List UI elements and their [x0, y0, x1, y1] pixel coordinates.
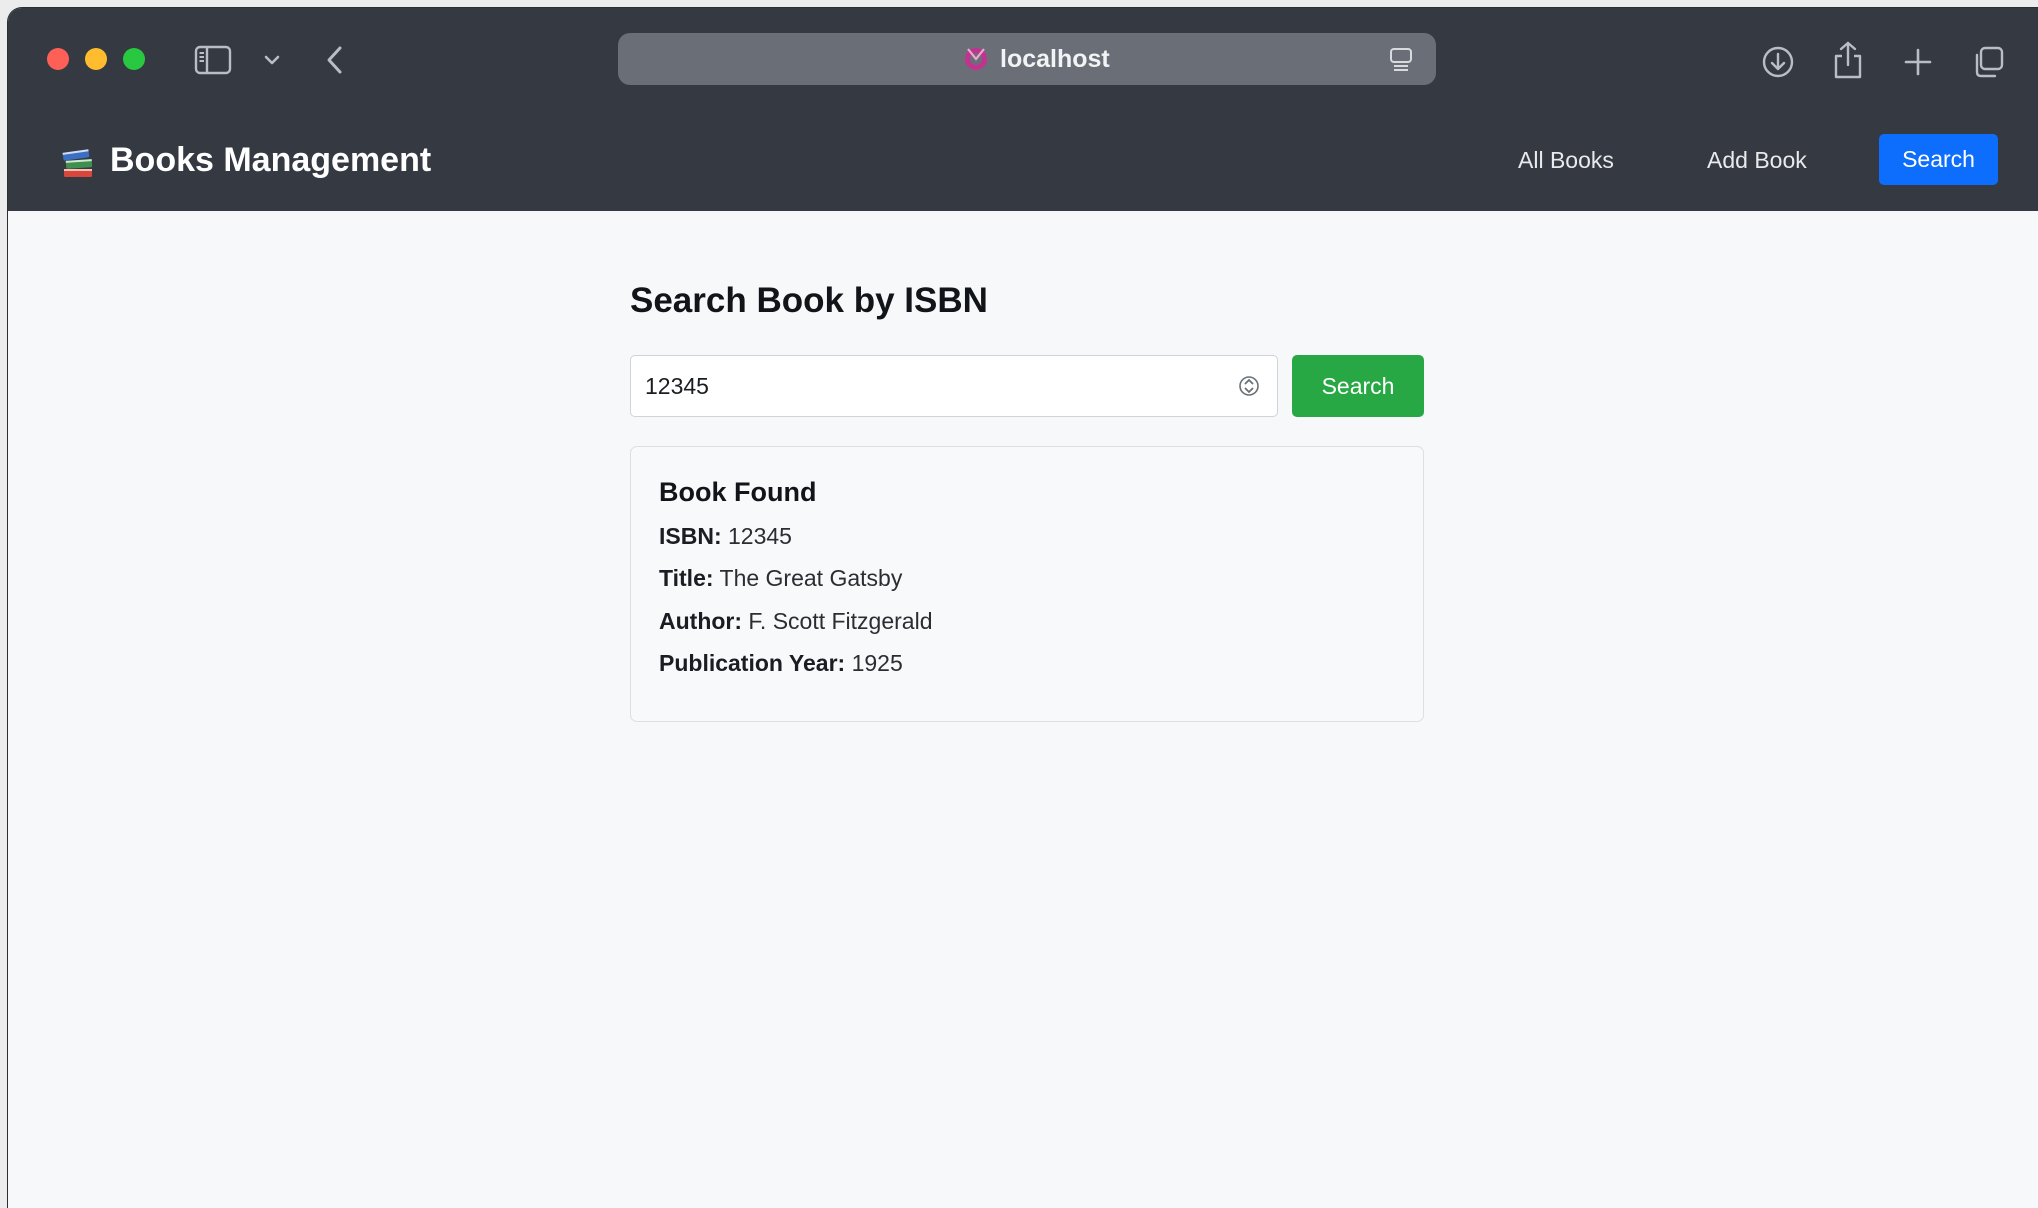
isbn-input[interactable]: [630, 355, 1278, 417]
result-heading: Book Found: [659, 477, 817, 507]
address-text: localhost: [1000, 45, 1110, 73]
search-submit-button[interactable]: Search: [1292, 355, 1424, 417]
download-icon[interactable]: [1760, 44, 1796, 80]
address-bar[interactable]: localhost: [618, 33, 1436, 85]
brand[interactable]: Books Management: [58, 110, 431, 211]
result-year: Publication Year: 1925: [659, 650, 903, 677]
result-isbn: ISBN: 12345: [659, 523, 792, 550]
chevron-left-icon[interactable]: [320, 42, 350, 78]
site-favicon-icon: [965, 48, 987, 70]
title-label: Title:: [659, 565, 714, 591]
minimize-window-button[interactable]: [85, 48, 107, 70]
share-icon[interactable]: [1830, 40, 1866, 80]
books-icon: [62, 148, 93, 177]
stepper-icon[interactable]: [1238, 371, 1260, 401]
nav-all-books-link[interactable]: All Books: [1518, 110, 1614, 211]
page-title: Search Book by ISBN: [630, 281, 988, 320]
year-value: 1925: [851, 650, 903, 676]
search-form: Search: [630, 355, 1424, 417]
tabs-overview-icon[interactable]: [1970, 44, 2006, 80]
close-window-button[interactable]: [47, 48, 69, 70]
title-value: The Great Gatsby: [719, 565, 903, 591]
reader-icon[interactable]: [1388, 46, 1414, 72]
author-value: F. Scott Fitzgerald: [748, 608, 933, 634]
isbn-value: 12345: [728, 523, 792, 549]
brand-title: Books Management: [110, 141, 432, 179]
nav-search-button[interactable]: Search: [1879, 134, 1998, 185]
result-title: Title: The Great Gatsby: [659, 565, 902, 592]
browser-toolbar: localhost: [8, 8, 2038, 110]
sidebar-icon[interactable]: [192, 44, 234, 76]
isbn-label: ISBN:: [659, 523, 722, 549]
author-label: Author:: [659, 608, 743, 634]
chevron-down-icon[interactable]: [260, 48, 284, 72]
maximize-window-button[interactable]: [123, 48, 145, 70]
plus-icon[interactable]: [1900, 44, 1936, 80]
year-label: Publication Year:: [659, 650, 846, 676]
nav-add-book-link[interactable]: Add Book: [1707, 110, 1807, 211]
main-content: Search Book by ISBN Search Book Found IS…: [8, 211, 2038, 1208]
book-result-card: Book Found ISBN: 12345 Title: The Great …: [630, 446, 1424, 722]
browser-window: localhost Books Management All Books Add…: [8, 8, 2038, 1208]
result-author: Author: F. Scott Fitzgerald: [659, 608, 933, 635]
app-navbar: Books Management All Books Add Book Sear…: [8, 110, 2038, 211]
